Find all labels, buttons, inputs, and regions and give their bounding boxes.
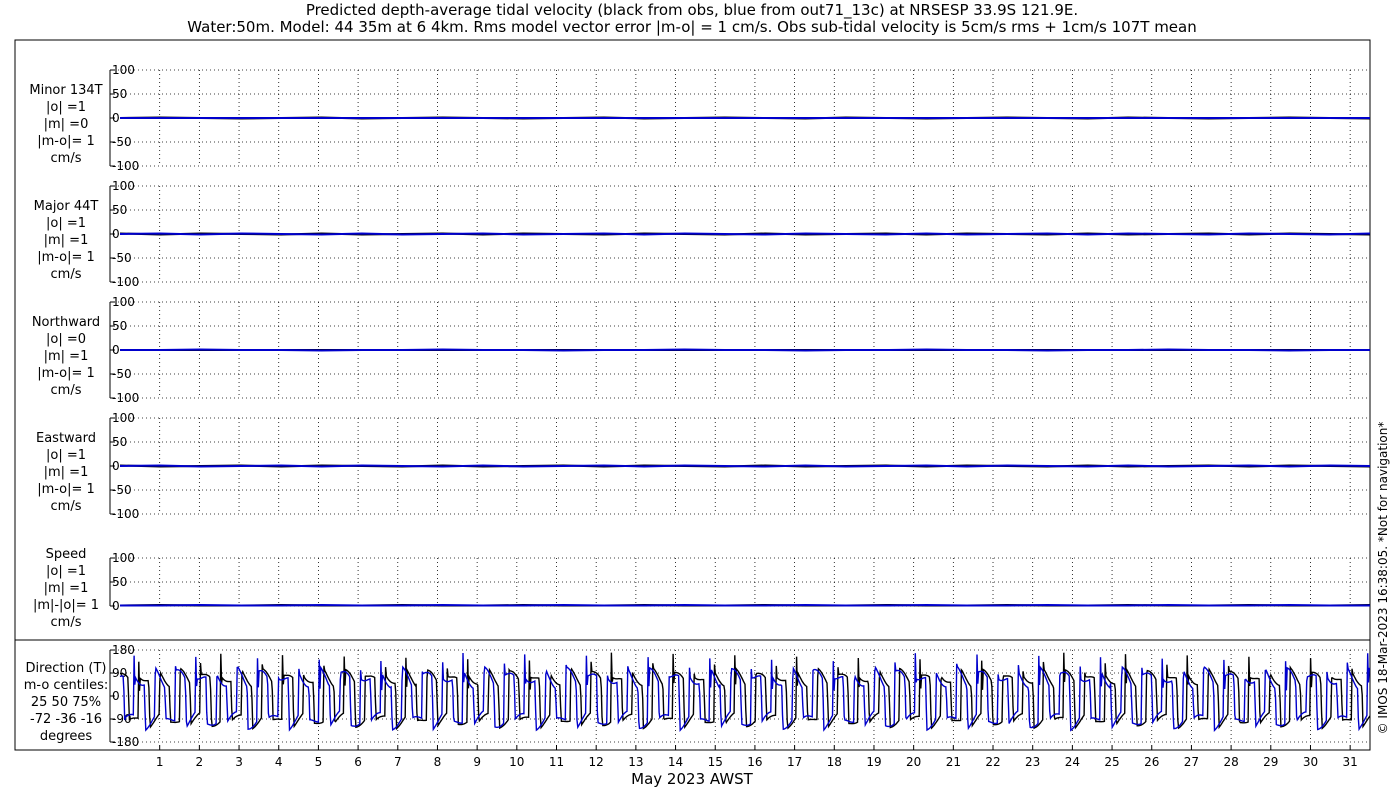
y-tick-label: 90 [112, 666, 127, 680]
x-tick-label: 3 [235, 755, 243, 769]
panel-label-line: |m| =1 [44, 349, 89, 364]
y-tick-label: -100 [112, 159, 139, 173]
x-tick-label: 13 [628, 755, 643, 769]
panel-label-line: Minor 134T [29, 83, 102, 98]
x-tick-label: 24 [1065, 755, 1080, 769]
panel-label-line: |m-o|= 1 [37, 366, 95, 381]
panel-label-line: Northward [32, 315, 100, 330]
x-tick-label: 23 [1025, 755, 1040, 769]
panel-label-line: cm/s [51, 267, 82, 282]
y-tick-label: 100 [112, 411, 135, 425]
x-tick-label: 29 [1263, 755, 1278, 769]
x-tick-label: 8 [434, 755, 442, 769]
panel-label-line: |m| =1 [44, 465, 89, 480]
x-tick-label: 27 [1184, 755, 1199, 769]
panel-label-line: |o| =1 [46, 100, 86, 115]
panel-label-line: |m-o|= 1 [37, 250, 95, 265]
x-tick-label: 12 [589, 755, 604, 769]
y-tick-label: 0 [112, 111, 120, 125]
panel-label-line: m-o centiles: [24, 678, 109, 693]
x-tick-label: 1 [156, 755, 164, 769]
panel-label-line: |m| =1 [44, 581, 89, 596]
panel-label-line: -72 -36 -16 [30, 712, 102, 727]
y-tick-label: 100 [112, 295, 135, 309]
panel-label-line: Direction (T) [26, 661, 107, 676]
y-tick-label: -50 [112, 483, 132, 497]
panel-label-line: |m-o|= 1 [37, 482, 95, 497]
plot-area: 100500-50-100Minor 134T|o| =1|m| =0|m-o|… [14, 39, 1371, 769]
y-tick-label: -50 [112, 367, 132, 381]
x-tick-label: 18 [827, 755, 842, 769]
panel-label-line: |m-o|= 1 [37, 134, 95, 149]
x-tick-label: 7 [394, 755, 402, 769]
panel-label-line: degrees [40, 729, 93, 744]
x-tick-label: 14 [668, 755, 683, 769]
x-axis-title: May 2023 AWST [631, 770, 754, 788]
x-tick-label: 5 [315, 755, 323, 769]
panel-label-line: cm/s [51, 499, 82, 514]
x-tick-label: 31 [1343, 755, 1358, 769]
y-tick-label: 50 [112, 435, 127, 449]
x-tick-label: 4 [275, 755, 283, 769]
panel-label-line: |o| =1 [46, 448, 86, 463]
y-tick-label: 50 [112, 87, 127, 101]
y-tick-label: 180 [112, 643, 135, 657]
y-tick-label: 50 [112, 319, 127, 333]
y-tick-label: 0 [112, 227, 120, 241]
panel-label-line: |m| =0 [44, 117, 89, 132]
x-tick-label: 19 [866, 755, 881, 769]
panel-label-line: cm/s [51, 151, 82, 166]
y-tick-label: 0 [112, 689, 120, 703]
y-tick-label: -50 [112, 135, 132, 149]
panel-label-line: Speed [46, 547, 87, 562]
y-tick-label: 0 [112, 599, 120, 613]
y-tick-label: -100 [112, 391, 139, 405]
x-tick-label: 2 [196, 755, 204, 769]
x-tick-label: 9 [473, 755, 481, 769]
panel-label-line: Eastward [36, 431, 96, 446]
y-tick-label: 100 [112, 551, 135, 565]
x-tick-label: 28 [1223, 755, 1238, 769]
y-tick-label: 50 [112, 203, 127, 217]
panel-label-line: cm/s [51, 383, 82, 398]
series-model-line [120, 348, 1370, 352]
panel-label-line: cm/s [51, 615, 82, 630]
panel-label-line: |o| =0 [46, 332, 86, 347]
y-tick-label: -180 [112, 735, 139, 749]
y-tick-label: -100 [112, 275, 139, 289]
series-model-line [119, 232, 1371, 236]
x-tick-label: 17 [787, 755, 802, 769]
y-tick-label: 100 [112, 63, 135, 77]
x-tick-label: 20 [906, 755, 921, 769]
x-tick-label: 10 [509, 755, 524, 769]
y-tick-label: 0 [112, 459, 120, 473]
y-tick-label: -100 [112, 507, 139, 521]
chart-title-line2: Water:50m. Model: 44 35m at 6 4km. Rms m… [187, 18, 1196, 36]
watermark: © IMOS 18-Mar-2023 16:38:05. *Not for na… [1376, 422, 1390, 735]
panel-label-line: |o| =1 [46, 216, 86, 231]
y-tick-label: 0 [112, 343, 120, 357]
y-tick-label: 100 [112, 179, 135, 193]
series-model-line [120, 603, 1370, 607]
x-tick-label: 26 [1144, 755, 1159, 769]
x-tick-label: 6 [354, 755, 362, 769]
x-tick-label: 25 [1104, 755, 1119, 769]
panel-label-line: |o| =1 [46, 564, 86, 579]
y-tick-label: -50 [112, 251, 132, 265]
x-tick-label: 21 [946, 755, 961, 769]
panel-label-line: Major 44T [34, 199, 99, 214]
panel-label-line: 25 50 75% [31, 695, 101, 710]
panel-label-line: |m|-|o|= 1 [33, 598, 99, 613]
x-tick-label: 16 [747, 755, 762, 769]
panel-label-line: |m| =1 [44, 233, 89, 248]
x-tick-label: 11 [549, 755, 564, 769]
series-model-line [119, 464, 1371, 468]
x-tick-label: 22 [985, 755, 1000, 769]
x-tick-label: 15 [708, 755, 723, 769]
x-tick-label: 30 [1303, 755, 1318, 769]
upper-frame [14, 39, 1371, 641]
chart: Predicted depth-average tidal velocity (… [14, 1, 1390, 788]
y-tick-label: 50 [112, 575, 127, 589]
